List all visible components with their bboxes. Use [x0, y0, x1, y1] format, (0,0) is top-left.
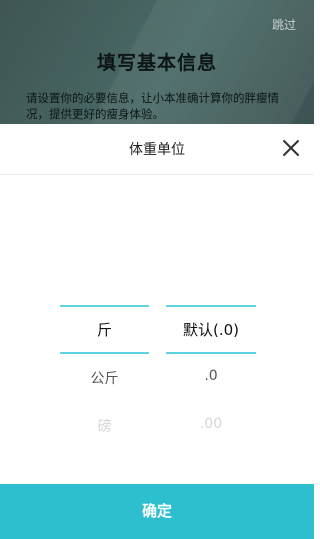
- unit-picker-column[interactable]: 斤 公斤 磅: [60, 124, 149, 464]
- close-button[interactable]: [278, 135, 304, 161]
- precision-option-selected[interactable]: 默认(.0): [166, 319, 256, 340]
- confirm-button[interactable]: 确定: [0, 484, 314, 539]
- close-icon: [283, 140, 299, 156]
- precision-picker-column[interactable]: 默认(.0) .0 .00: [166, 124, 256, 464]
- unit-option[interactable]: 磅: [60, 416, 149, 436]
- precision-option[interactable]: .00: [166, 416, 256, 432]
- unit-option[interactable]: 公斤: [60, 368, 149, 388]
- precision-option[interactable]: .0: [166, 368, 256, 384]
- page-description: 请设置你的必要信息，让小本准确计算你的胖瘦情况，提供更好的瘦身体验。: [26, 91, 279, 121]
- unit-option-selected[interactable]: 斤: [60, 319, 149, 340]
- skip-button[interactable]: 跳过: [272, 16, 296, 33]
- page-title: 填写基本信息: [96, 52, 217, 74]
- weight-unit-screen: 跳过 填写基本信息 请设置你的必要信息，让小本准确计算你的胖瘦情况，提供更好的瘦…: [0, 0, 314, 539]
- unit-picker-sheet: 体重单位 斤 公斤 磅 默认(.0) .0 .00 确定: [0, 124, 314, 539]
- background-page: 跳过 填写基本信息 请设置你的必要信息，让小本准确计算你的胖瘦情况，提供更好的瘦…: [0, 0, 314, 150]
- sheet-title: 体重单位: [129, 142, 185, 158]
- sheet-header: 体重单位: [0, 124, 314, 175]
